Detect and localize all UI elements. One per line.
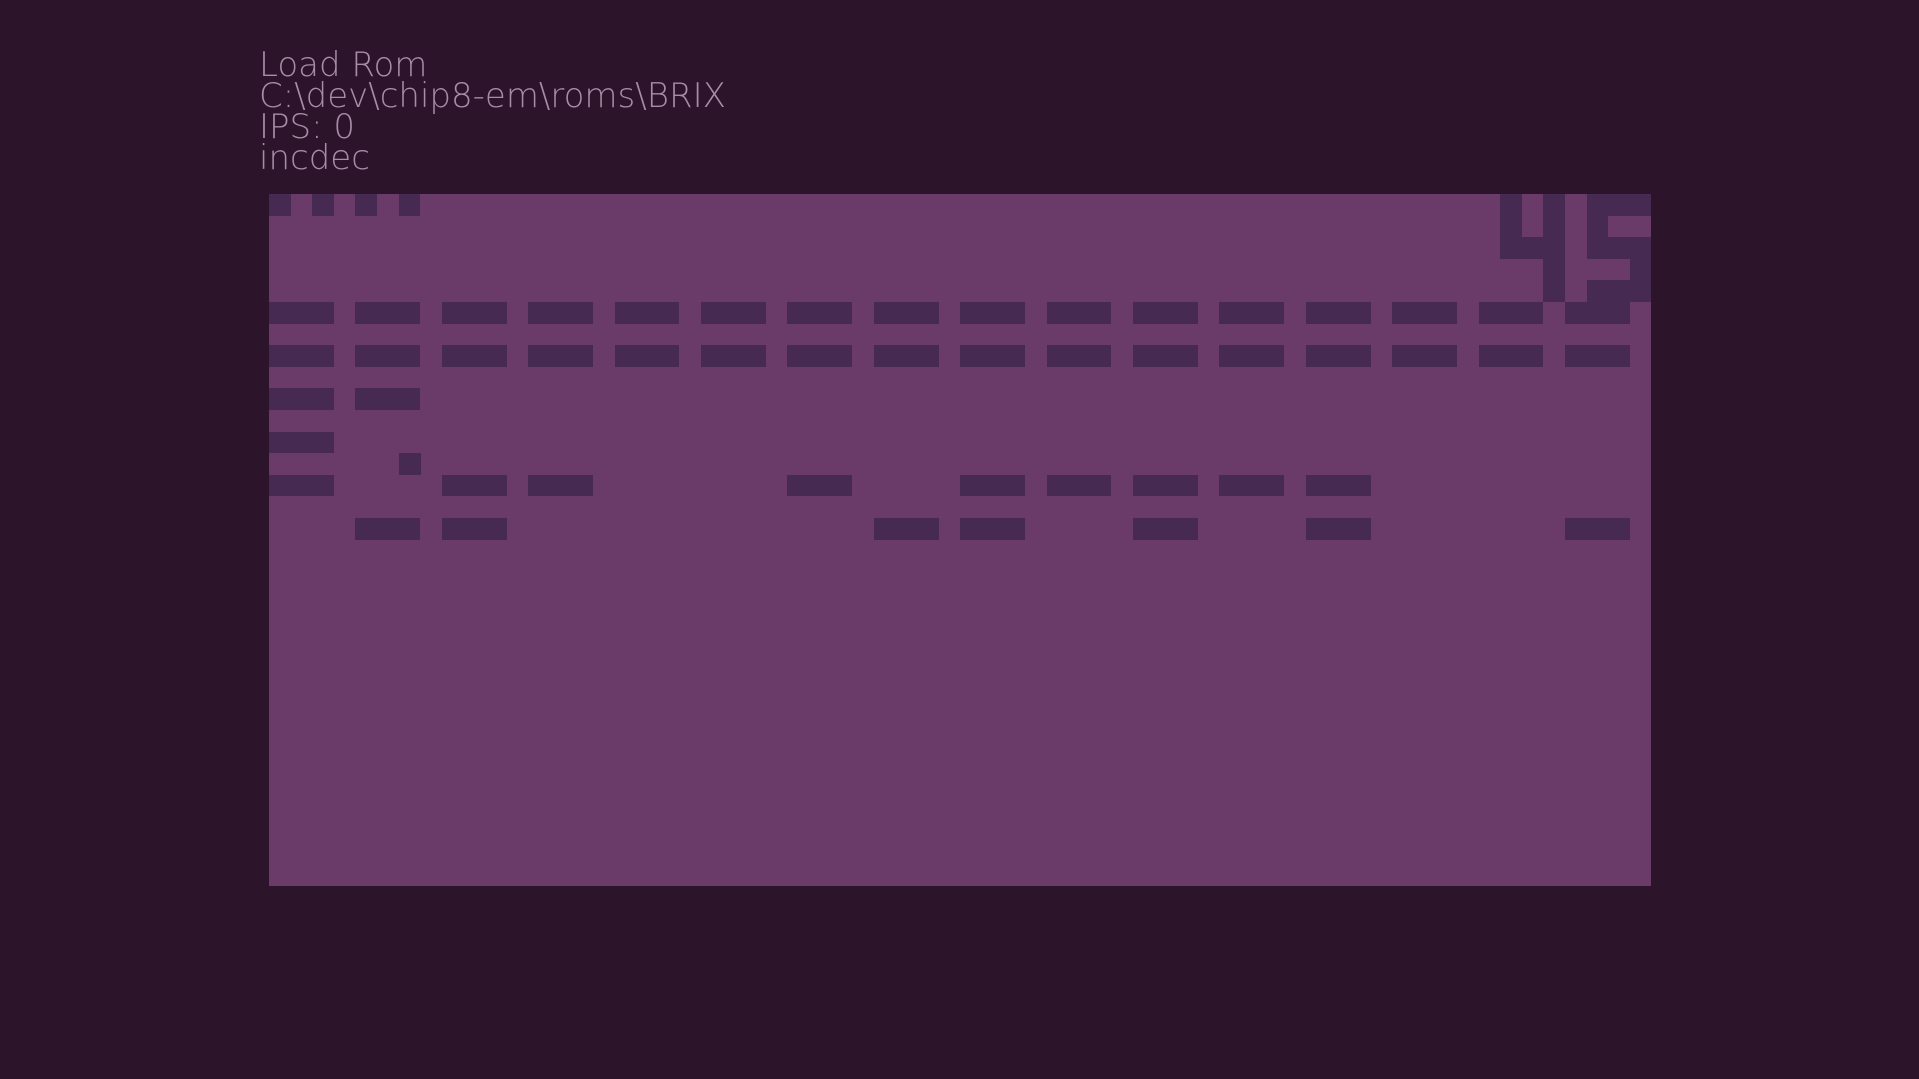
brick — [701, 302, 766, 324]
brick — [873, 345, 939, 367]
brick — [787, 302, 853, 324]
brick — [1565, 345, 1630, 367]
brick — [355, 388, 421, 410]
brick — [1219, 345, 1285, 367]
score-digit-pixel — [1586, 280, 1609, 302]
life-pip — [269, 194, 291, 216]
score-digit-pixel — [1543, 215, 1565, 238]
brick — [1565, 518, 1630, 540]
brick — [355, 518, 421, 540]
brick — [269, 431, 334, 454]
brick — [960, 302, 1025, 324]
score-digit-pixel — [1543, 258, 1565, 281]
brick — [1478, 302, 1544, 324]
brick — [1392, 345, 1457, 367]
brick — [441, 345, 507, 367]
ball — [399, 453, 421, 475]
brick — [528, 302, 593, 324]
score-digit-pixel — [1500, 215, 1522, 238]
brick — [1305, 518, 1371, 540]
score-digit-pixel — [1500, 237, 1522, 259]
brick — [1565, 302, 1630, 324]
score-digit-pixel — [1500, 194, 1522, 216]
score-digit-pixel — [1629, 258, 1651, 281]
brick — [1046, 302, 1112, 324]
life-pip — [398, 194, 421, 216]
mode-label: incdec — [259, 138, 370, 178]
brick — [960, 518, 1025, 540]
brick — [1219, 474, 1285, 497]
brick — [787, 345, 853, 367]
brick — [960, 474, 1025, 497]
brick — [269, 474, 334, 497]
score-digit-pixel — [1586, 237, 1609, 259]
score-digit-pixel — [1608, 194, 1630, 216]
brick — [441, 302, 507, 324]
brick — [1392, 302, 1457, 324]
brick — [441, 518, 507, 540]
brick — [1305, 474, 1371, 497]
life-pip — [312, 194, 334, 216]
chip8-display — [269, 194, 1651, 886]
score-digit-pixel — [1543, 194, 1565, 216]
brick — [1219, 302, 1285, 324]
brick — [269, 345, 334, 367]
score-digit-pixel — [1521, 237, 1544, 259]
score-digit-pixel — [1543, 237, 1565, 259]
emulator-info-panel: Load Rom C:\dev\chip8-em\roms\BRIX IPS: … — [259, 48, 726, 178]
brick — [1133, 302, 1198, 324]
brick — [528, 345, 593, 367]
life-pip — [355, 194, 377, 216]
brick — [1133, 518, 1198, 540]
brick — [701, 345, 766, 367]
brick — [1478, 345, 1544, 367]
brick — [1133, 474, 1198, 497]
brick — [873, 302, 939, 324]
brick — [1046, 474, 1112, 497]
score-digit-pixel — [1586, 194, 1609, 216]
brick — [614, 302, 680, 324]
brick — [787, 474, 853, 497]
brick — [1305, 302, 1371, 324]
brick — [1305, 345, 1371, 367]
score-digit-pixel — [1543, 280, 1565, 302]
brick — [960, 345, 1025, 367]
brick — [614, 345, 680, 367]
score-digit-pixel — [1608, 237, 1630, 259]
brick — [1046, 345, 1112, 367]
score-digit-pixel — [1629, 237, 1651, 259]
score-digit-pixel — [1608, 280, 1630, 302]
brick — [441, 474, 507, 497]
brick — [269, 388, 334, 410]
brick — [355, 345, 421, 367]
brick — [873, 518, 939, 540]
brick — [528, 474, 593, 497]
score-digit-pixel — [1629, 280, 1651, 302]
brick — [355, 302, 421, 324]
brick — [269, 302, 334, 324]
score-digit-pixel — [1586, 215, 1609, 238]
score-digit-pixel — [1629, 194, 1651, 216]
brick — [1133, 345, 1198, 367]
